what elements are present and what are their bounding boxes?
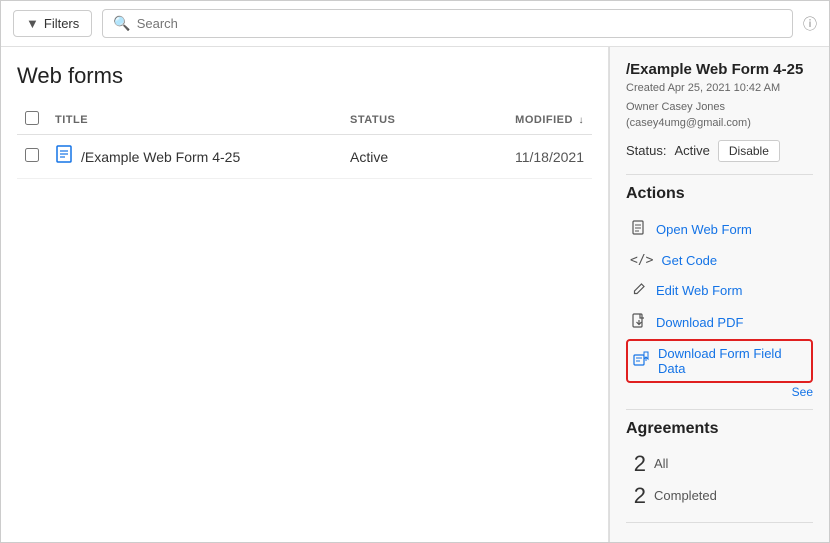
row-title: /Example Web Form 4-25 [81, 149, 240, 165]
edit-icon [630, 282, 648, 299]
agreements-all-label: All [654, 456, 668, 471]
row-status: Active [350, 149, 388, 165]
page-title: Web forms [17, 63, 592, 89]
agreements-section: Agreements 2 All 2 Completed [626, 420, 813, 512]
divider-2 [626, 409, 813, 410]
panel-owner: Owner Casey Jones (casey4umg@gmail.com) [626, 99, 813, 132]
action-download-form-field-data[interactable]: Download Form Field Data [626, 339, 813, 383]
sort-icon: ↓ [579, 115, 585, 126]
search-input[interactable] [137, 16, 782, 31]
filter-label: Filters [44, 16, 79, 31]
left-panel: Web forms Title Status M [1, 47, 609, 542]
action-edit-label: Edit Web Form [656, 283, 742, 298]
action-pdf-label: Download PDF [656, 315, 743, 330]
disable-button[interactable]: Disable [718, 140, 780, 162]
see-more-link[interactable]: See [626, 385, 813, 399]
table-row[interactable]: /Example Web Form 4-25 Active 11/18/2021 [17, 135, 592, 179]
col-status-header: Status [342, 105, 462, 135]
panel-created: Created Apr 25, 2021 10:42 AM [626, 80, 813, 97]
right-panel: /Example Web Form 4-25 Created Apr 25, 2… [609, 47, 829, 542]
col-title-header: Title [47, 105, 342, 135]
table-header-row: Title Status Modified ↓ [17, 105, 592, 135]
row-checkbox[interactable] [25, 148, 39, 162]
divider-3 [626, 522, 813, 523]
web-forms-table: Title Status Modified ↓ [17, 105, 592, 179]
activity-row[interactable]: ▶ Activity [626, 533, 813, 543]
row-title-cell: /Example Web Form 4-25 [47, 135, 342, 179]
status-label: Status: [626, 143, 666, 158]
agreements-completed-count: 2 [626, 483, 646, 509]
row-checkbox-cell [17, 135, 47, 179]
col-modified-header[interactable]: Modified ↓ [462, 105, 592, 135]
agreements-all-item[interactable]: 2 All [626, 448, 813, 480]
search-icon: 🔍 [113, 15, 130, 32]
status-row: Status: Active Disable [626, 140, 813, 162]
web-form-icon [55, 145, 73, 168]
row-status-cell: Active [342, 135, 462, 179]
panel-form-title: /Example Web Form 4-25 [626, 61, 813, 78]
agreements-completed-item[interactable]: 2 Completed [626, 480, 813, 512]
download-pdf-icon [630, 313, 648, 332]
row-modified-cell: 11/18/2021 [462, 135, 592, 179]
action-download-pdf[interactable]: Download PDF [626, 306, 813, 339]
info-icon[interactable]: ⓘ [803, 14, 817, 34]
action-open-label: Open Web Form [656, 222, 752, 237]
download-form-field-icon [632, 351, 650, 370]
agreements-all-count: 2 [626, 451, 646, 477]
action-form-field-label: Download Form Field Data [658, 346, 807, 376]
action-open-web-form[interactable]: Open Web Form [626, 213, 813, 246]
status-value: Active [674, 143, 709, 158]
actions-title: Actions [626, 185, 813, 203]
search-box: 🔍 [102, 9, 793, 38]
action-get-code[interactable]: </> Get Code [626, 246, 813, 275]
activity-label: Activity [640, 541, 681, 543]
filter-button[interactable]: ▼ Filters [13, 10, 92, 37]
get-code-icon: </> [630, 253, 653, 268]
select-all-checkbox[interactable] [25, 111, 39, 125]
agreements-title: Agreements [626, 420, 813, 438]
open-web-form-icon [630, 220, 648, 239]
row-modified: 11/18/2021 [515, 149, 584, 165]
toolbar: ▼ Filters 🔍 ⓘ [1, 1, 829, 47]
col-checkbox-header [17, 105, 47, 135]
main-content: Web forms Title Status M [1, 47, 829, 542]
app-container: ▼ Filters 🔍 ⓘ Web forms Title [0, 0, 830, 543]
agreements-completed-label: Completed [654, 488, 717, 503]
divider-1 [626, 174, 813, 175]
action-code-label: Get Code [661, 253, 717, 268]
action-edit-web-form[interactable]: Edit Web Form [626, 275, 813, 306]
filter-icon: ▼ [26, 16, 39, 31]
